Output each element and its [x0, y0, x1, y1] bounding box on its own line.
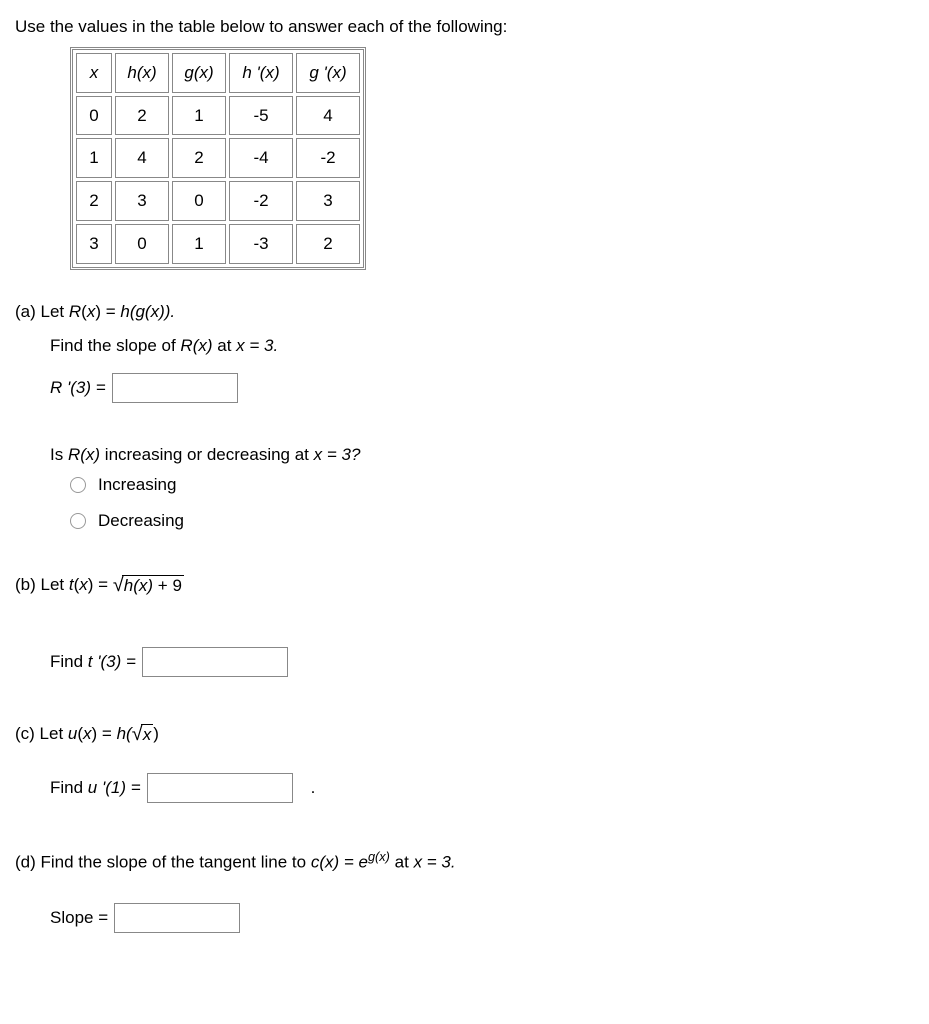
c-answer-input[interactable]: [147, 773, 293, 803]
b-find: Find t '(3) =: [50, 650, 136, 674]
cell: 4: [296, 96, 360, 136]
c-outer-open: h(: [117, 724, 132, 743]
a-answer-row: R '(3) =: [50, 373, 914, 403]
a-point: x = 3.: [236, 336, 278, 355]
radio-increasing[interactable]: [70, 477, 86, 493]
cell: 1: [172, 96, 226, 136]
part-c: (c) Let u(x) = h(√x) Find u '(1) = .: [15, 722, 914, 804]
table-row: 0 2 1 -5 4: [76, 96, 360, 136]
cell: 0: [76, 96, 112, 136]
sqrt-icon: √ h(x) + 9: [113, 575, 184, 596]
c-answer-row: Find u '(1) = .: [50, 773, 914, 803]
radio-decreasing-label: Decreasing: [98, 509, 184, 533]
a-var: R: [69, 302, 81, 321]
b-of-x: (x) =: [74, 575, 113, 594]
cell: 4: [115, 138, 169, 178]
a-inc-post: increasing or decreasing at: [100, 445, 314, 464]
a-incdec-prompt: Is R(x) increasing or decreasing at x = …: [50, 443, 914, 467]
table-row: 3 0 1 -3 2: [76, 224, 360, 264]
d-prompt: (d) Find the slope of the tangent line t…: [15, 848, 914, 874]
radio-decreasing[interactable]: [70, 513, 86, 529]
cell: -3: [229, 224, 293, 264]
a-rx: R(x): [180, 336, 212, 355]
d-cx: c(x) = e: [311, 853, 368, 872]
radio-increasing-row[interactable]: Increasing: [70, 473, 914, 497]
a-answer-input[interactable]: [112, 373, 238, 403]
b-sqrt-plus9: + 9: [153, 576, 182, 595]
cell: 1: [76, 138, 112, 178]
radio-increasing-label: Increasing: [98, 473, 176, 497]
cell: -2: [296, 138, 360, 178]
col-hpx: h '(x): [229, 53, 293, 93]
cell: 2: [172, 138, 226, 178]
values-table-wrap: x h(x) g(x) h '(x) g '(x) 0 2 1 -5 4 1 4…: [70, 47, 914, 270]
sqrt-icon: √x: [132, 724, 153, 745]
cell: -2: [229, 181, 293, 221]
a-answer-label: R '(3) =: [50, 376, 106, 400]
d-answer-label: Slope =: [50, 906, 108, 930]
d-label: (d) Find the slope of the tangent line t…: [15, 853, 311, 872]
d-exponent: g(x): [368, 849, 390, 864]
table-row: 2 3 0 -2 3: [76, 181, 360, 221]
a-inc-point: x = 3?: [314, 445, 361, 464]
cell: -4: [229, 138, 293, 178]
b-sqrt-hx: h(x): [124, 576, 153, 595]
col-gpx: g '(x): [296, 53, 360, 93]
col-hx: h(x): [115, 53, 169, 93]
cell: 3: [76, 224, 112, 264]
a-rhs: h(g(x)).: [120, 302, 175, 321]
part-a: (a) Let R(x) = h(g(x)). Find the slope o…: [15, 300, 914, 533]
cell: 2: [115, 96, 169, 136]
cell: 0: [172, 181, 226, 221]
part-b: (b) Let t(x) = √ h(x) + 9 Find t '(3) =: [15, 573, 914, 677]
a-prompt: Find the slope of: [50, 336, 180, 355]
cell: 3: [115, 181, 169, 221]
d-answer-row: Slope =: [50, 903, 914, 933]
cell: 0: [115, 224, 169, 264]
cell: 3: [296, 181, 360, 221]
c-find: Find u '(1) =: [50, 776, 141, 800]
values-table: x h(x) g(x) h '(x) g '(x) 0 2 1 -5 4 1 4…: [70, 47, 366, 270]
part-d: (d) Find the slope of the tangent line t…: [15, 848, 914, 932]
cell: -5: [229, 96, 293, 136]
a-at: at: [213, 336, 237, 355]
col-x: x: [76, 53, 112, 93]
d-at: at: [390, 853, 414, 872]
a-of-x: (x) =: [81, 302, 120, 321]
b-definition: (b) Let t(x) = √ h(x) + 9: [15, 573, 914, 597]
radio-decreasing-row[interactable]: Decreasing: [70, 509, 914, 533]
c-outer-close: ): [153, 724, 159, 743]
table-row: 1 4 2 -4 -2: [76, 138, 360, 178]
table-header-row: x h(x) g(x) h '(x) g '(x): [76, 53, 360, 93]
cell: 2: [296, 224, 360, 264]
c-definition: (c) Let u(x) = h(√x): [15, 722, 914, 746]
c-trailing-period: .: [311, 776, 316, 800]
c-of-x: (x) =: [77, 724, 116, 743]
intro-text: Use the values in the table below to ans…: [15, 15, 914, 39]
c-var: u: [68, 724, 77, 743]
b-answer-input[interactable]: [142, 647, 288, 677]
cell: 1: [172, 224, 226, 264]
b-answer-row: Find t '(3) =: [50, 647, 914, 677]
d-point: x = 3.: [414, 853, 456, 872]
cell: 2: [76, 181, 112, 221]
a-label: (a) Let: [15, 302, 69, 321]
d-answer-input[interactable]: [114, 903, 240, 933]
a-definition: (a) Let R(x) = h(g(x)).: [15, 300, 914, 324]
b-label: (b) Let: [15, 575, 69, 594]
a-find-slope: Find the slope of R(x) at x = 3.: [50, 334, 914, 358]
col-gx: g(x): [172, 53, 226, 93]
c-label: (c) Let: [15, 724, 68, 743]
a-inc-rx: R(x): [68, 445, 100, 464]
a-inc-pre: Is: [50, 445, 68, 464]
